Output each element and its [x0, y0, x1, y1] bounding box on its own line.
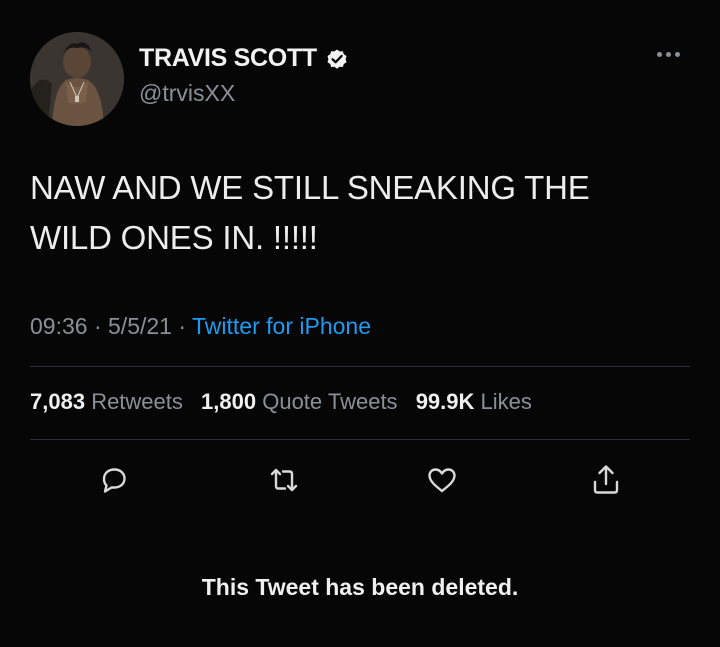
like-button[interactable]: [424, 462, 460, 498]
more-options-icon[interactable]: [657, 52, 680, 57]
display-name[interactable]: TRAVIS SCOTT: [139, 44, 317, 73]
more-dot: [675, 52, 680, 57]
verified-badge-icon: [327, 49, 347, 69]
share-button[interactable]: [588, 462, 624, 498]
retweet-icon: [270, 468, 298, 492]
likes-count: 99.9K: [415, 389, 475, 414]
avatar[interactable]: [30, 32, 124, 126]
more-dot: [657, 52, 662, 57]
likes-stat[interactable]: 99.9K Likes: [416, 389, 532, 414]
likes-label: Likes: [480, 389, 532, 414]
engagement-stats: 7,083 Retweets 1,800 Quote Tweets 99.9K …: [30, 389, 544, 415]
meta-separator: ·: [178, 313, 187, 339]
deleted-notice: This Tweet has been deleted.: [201, 574, 519, 600]
tweet-date[interactable]: 5/5/21: [108, 313, 172, 339]
meta-separator: ·: [93, 313, 102, 339]
quote-tweets-stat[interactable]: 1,800 Quote Tweets: [201, 389, 404, 414]
divider: [30, 366, 690, 367]
tweet-source-link[interactable]: Twitter for iPhone: [192, 313, 371, 339]
retweet-button[interactable]: [266, 462, 302, 498]
tweet-time[interactable]: 09:36: [30, 313, 88, 339]
retweets-count: 7,083: [30, 389, 86, 414]
quote-tweets-label: Quote Tweets: [262, 389, 398, 414]
like-icon: [428, 468, 456, 493]
quote-tweets-count: 1,800: [201, 389, 257, 414]
reply-button[interactable]: [96, 462, 132, 498]
tweet-meta: 09:36 · 5/5/21 · Twitter for iPhone: [30, 313, 371, 340]
author-name-row[interactable]: TRAVIS SCOTT: [139, 44, 349, 73]
retweets-label: Retweets: [91, 389, 183, 414]
handle[interactable]: @trvisXX: [139, 80, 235, 107]
tweet-text-line: NAW AND WE STILL SNEAKING THE: [30, 169, 590, 206]
share-icon: [593, 465, 619, 494]
avatar-photo: [30, 32, 124, 126]
more-dot: [666, 52, 671, 57]
reply-icon: [102, 468, 126, 493]
divider: [30, 439, 690, 440]
retweets-stat[interactable]: 7,083 Retweets: [30, 389, 189, 414]
tweet-text-line: WILD ONES IN. !!!!!: [30, 219, 318, 256]
tweet-text: NAW AND WE STILL SNEAKING THE WILD ONES …: [30, 163, 690, 263]
